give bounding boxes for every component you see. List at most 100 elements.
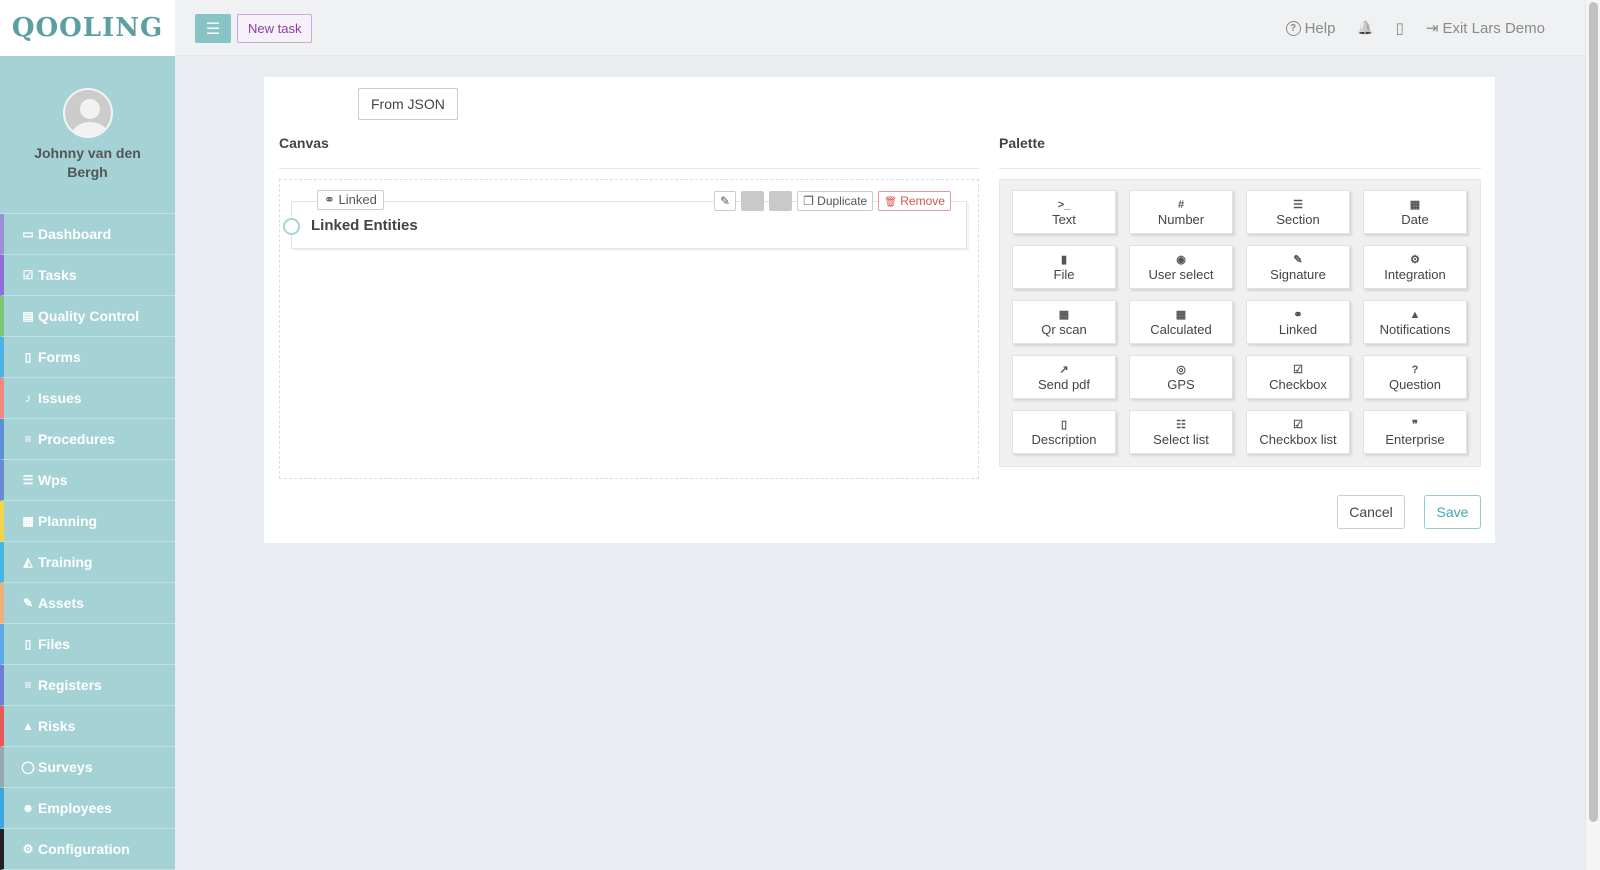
palette-item-label: Integration — [1384, 266, 1446, 282]
palette-item-description[interactable]: ▯ Description — [1012, 410, 1116, 454]
sidebar-item-label: Assets — [38, 595, 84, 611]
sidebar-item-label: Procedures — [38, 431, 116, 447]
top-right-actions: ? Help 🔔 ▯ ⇥ Exit Lars Demo — [1285, 0, 1545, 56]
duplicate-button[interactable]: ❐ Duplicate — [797, 191, 874, 211]
sidebar-item-training[interactable]: ◭ Training — [0, 542, 175, 583]
sidebar-item-label: Tasks — [38, 267, 77, 283]
palette-item-label: Calculated — [1150, 321, 1212, 337]
palette-item-date[interactable]: ▦ Date — [1363, 190, 1467, 234]
palette-item-integration[interactable]: ⚙ Integration — [1363, 245, 1467, 289]
palette-item-user-select[interactable]: ◉ User select — [1129, 245, 1233, 289]
menu-toggle-button[interactable]: ☰ — [195, 14, 231, 43]
sidebar-item-label: Surveys — [38, 759, 93, 775]
sidebar-item-dashboard[interactable]: ▭ Dashboard — [0, 214, 175, 255]
move-down-button[interactable] — [769, 191, 793, 211]
palette-item-text[interactable]: >_ Text — [1012, 190, 1116, 234]
sidebar-item-registers[interactable]: ≡ Registers — [0, 665, 175, 706]
sidebar-item-surveys[interactable]: ◯ Surveys — [0, 747, 175, 788]
check-square-icon: ☑ — [22, 268, 34, 282]
sidebar: QOOLING Johnny van den Bergh ▭ Dashboard ☑… — [0, 0, 175, 870]
file-icon: ▮ — [1060, 253, 1068, 266]
sidebar-item-issues[interactable]: ♪ Issues — [0, 378, 175, 419]
help-link[interactable]: ? Help — [1285, 19, 1336, 37]
scrollbar-thumb[interactable] — [1589, 2, 1598, 822]
palette-item-label: Description — [1031, 431, 1097, 447]
palette-item-calculated[interactable]: ▦ Calculated — [1129, 300, 1233, 344]
palette-item-question[interactable]: ? Question — [1363, 355, 1467, 399]
palette-title: Palette — [999, 135, 1045, 151]
palette-item-label: Qr scan — [1041, 321, 1087, 337]
exit-demo-link[interactable]: ⇥ Exit Lars Demo — [1426, 19, 1545, 38]
palette-item-label: File — [1053, 266, 1075, 282]
palette-item-label: Notifications — [1379, 321, 1451, 337]
palette-item-number[interactable]: # Number — [1129, 190, 1233, 234]
sidebar-nav: ▭ Dashboard ☑ Tasks ▤ Quality Control ▯ Forms ♪ I… — [0, 214, 175, 870]
sidebar-item-assets[interactable]: ✎ Assets — [0, 583, 175, 624]
sidebar-item-label: Employees — [38, 800, 112, 816]
sidebar-item-wps[interactable]: ☰ Wps — [0, 460, 175, 501]
field-label: Linked Entities — [311, 217, 418, 234]
list-ol-icon: ☷ — [1176, 418, 1186, 431]
sidebar-item-quality-control[interactable]: ▤ Quality Control — [0, 296, 175, 337]
warning-icon: ▲ — [22, 719, 34, 733]
palette-item-send-pdf[interactable]: ↗ Send pdf — [1012, 355, 1116, 399]
palette-item-label: Checkbox — [1269, 376, 1327, 392]
palette-item-gps[interactable]: ◎ GPS — [1129, 355, 1233, 399]
sidebar-item-procedures[interactable]: ≡ Procedures — [0, 419, 175, 460]
indent-icon: ☰ — [1293, 198, 1303, 211]
calendar-icon: ▦ — [22, 514, 34, 528]
sidebar-item-forms[interactable]: ▯ Forms — [0, 337, 175, 378]
palette-item-checkbox-list[interactable]: ☑ Checkbox list — [1246, 410, 1350, 454]
logo-area[interactable]: QOOLING — [0, 0, 175, 56]
palette-divider — [999, 168, 1481, 169]
field-radio[interactable] — [283, 218, 300, 235]
palette-item-linked[interactable]: ⚭ Linked — [1246, 300, 1350, 344]
palette-item-label: Send pdf — [1037, 376, 1091, 392]
from-json-button[interactable]: From JSON — [358, 88, 458, 120]
gears-icon: ⚙ — [1410, 253, 1420, 266]
avatar[interactable] — [62, 88, 113, 138]
document-icon: ▯ — [1060, 418, 1068, 431]
cancel-button[interactable]: Cancel — [1337, 495, 1405, 529]
help-label: Help — [1304, 19, 1336, 37]
qrcode-icon: ▩ — [1058, 308, 1070, 321]
sidebar-item-tasks[interactable]: ☑ Tasks — [0, 255, 175, 296]
notifications-button[interactable]: 🔔 — [1357, 20, 1373, 36]
sidebar-item-configuration[interactable]: ⚙ Configuration — [0, 829, 175, 870]
calendar-icon: ▦ — [1409, 198, 1421, 211]
canvas-dropzone[interactable]: ⚭ Linked Linked Entities ✎ ❐ Duplicate 🗑… — [279, 179, 979, 479]
bell-icon: ▲ — [1409, 308, 1421, 321]
palette-item-notifications[interactable]: ▲ Notifications — [1363, 300, 1467, 344]
building-icon: ▯ — [1395, 20, 1404, 37]
sidebar-item-risks[interactable]: ▲ Risks — [0, 706, 175, 747]
palette-item-checkbox[interactable]: ☑ Checkbox — [1246, 355, 1350, 399]
sidebar-item-employees[interactable]: ☻ Employees — [0, 788, 175, 829]
sidebar-item-label: Wps — [38, 472, 68, 488]
palette-item-section[interactable]: ☰ Section — [1246, 190, 1350, 234]
organization-button[interactable]: ▯ — [1396, 19, 1404, 37]
save-button[interactable]: Save — [1424, 495, 1481, 529]
palette-item-select-list[interactable]: ☷ Select list — [1129, 410, 1233, 454]
lines-icon: ≡ — [24, 678, 32, 692]
palette-item-file[interactable]: ▮ File — [1012, 245, 1116, 289]
page-scrollbar[interactable] — [1585, 0, 1600, 870]
app-logo[interactable]: QOOLING — [12, 13, 163, 43]
palette-item-qr-scan[interactable]: ▩ Qr scan — [1012, 300, 1116, 344]
palette-item-enterprise[interactable]: ❞ Enterprise — [1363, 410, 1467, 454]
link-icon: ⚭ — [324, 192, 335, 207]
crosshair-icon: ◎ — [1176, 363, 1186, 376]
sidebar-item-label: Files — [38, 636, 70, 652]
sidebar-item-files[interactable]: ▯ Files — [0, 624, 175, 665]
check-square-icon: ☑ — [1293, 363, 1303, 376]
canvas-divider — [279, 168, 979, 169]
monitor-icon: ▭ — [22, 227, 34, 241]
move-up-button[interactable] — [741, 191, 765, 211]
sidebar-item-planning[interactable]: ▦ Planning — [0, 501, 175, 542]
edit-field-button[interactable]: ✎ — [714, 191, 737, 211]
field-type-label: Linked — [338, 192, 377, 207]
palette-item-signature[interactable]: ✎ Signature — [1246, 245, 1350, 289]
new-task-button[interactable]: New task — [237, 14, 313, 43]
palette-item-label: GPS — [1167, 376, 1195, 392]
remove-button[interactable]: 🗑 Remove — [878, 191, 951, 211]
sidebar-item-label: Planning — [38, 513, 98, 529]
